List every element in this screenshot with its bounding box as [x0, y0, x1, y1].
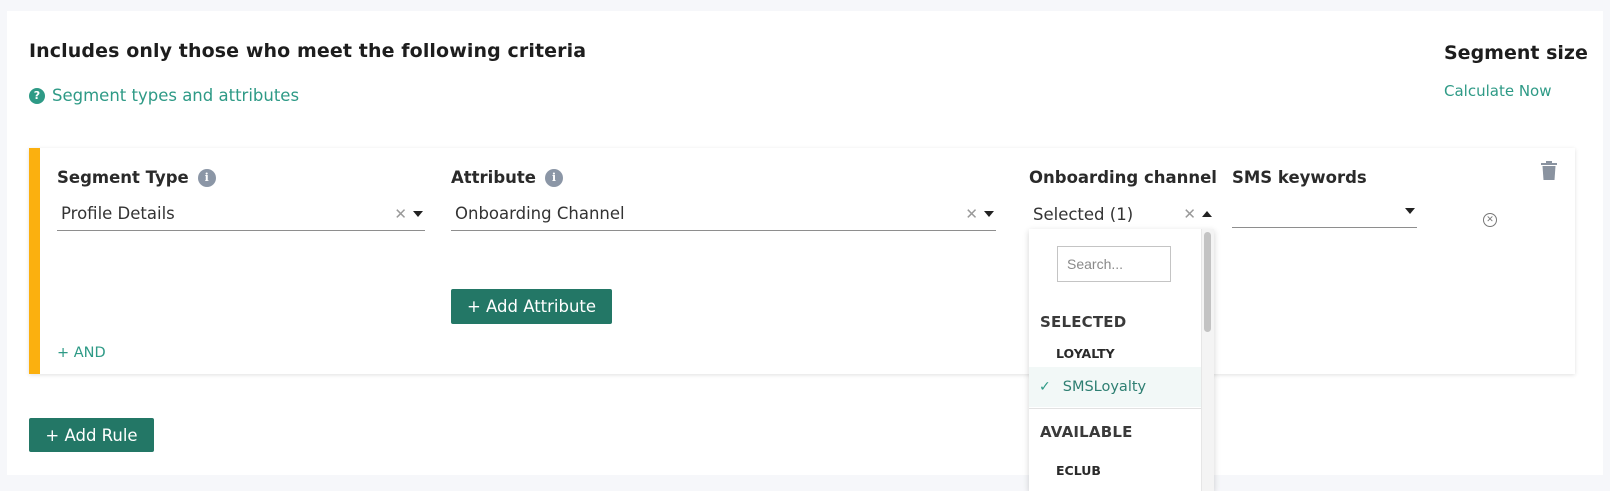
segment-type-label: Segment Type i: [57, 168, 216, 187]
help-link-label: Segment types and attributes: [52, 86, 300, 105]
segment-types-help-link[interactable]: ? Segment types and attributes: [29, 86, 299, 105]
sms-keywords-select[interactable]: [1232, 194, 1417, 228]
chevron-down-icon[interactable]: [984, 210, 994, 217]
selected-group-header: SELECTED: [1040, 313, 1127, 331]
attribute-select[interactable]: Onboarding Channel ✕: [451, 197, 996, 231]
chevron-down-icon[interactable]: [413, 210, 423, 217]
add-attribute-button[interactable]: + Add Attribute: [451, 289, 612, 324]
sms-keywords-label: SMS keywords: [1232, 168, 1367, 187]
info-icon[interactable]: i: [197, 168, 216, 187]
dropdown-divider: [1029, 408, 1201, 409]
available-option-group: ECLUB: [1056, 463, 1101, 478]
attribute-label: Attribute i: [451, 168, 563, 187]
selected-option-label: SMSLoyalty: [1062, 379, 1147, 395]
trash-icon[interactable]: [1541, 161, 1557, 184]
attribute-label-text: Attribute: [451, 168, 536, 187]
criteria-heading: Includes only those who meet the followi…: [29, 40, 587, 62]
calculate-now-link[interactable]: Calculate Now: [1444, 82, 1552, 100]
dropdown-scrollbar-thumb[interactable]: [1204, 232, 1211, 332]
and-link[interactable]: + AND: [57, 345, 106, 361]
segment-type-value: Profile Details: [61, 204, 175, 223]
segment-type-label-text: Segment Type: [57, 168, 189, 187]
remove-condition-icon[interactable]: ✕: [1483, 213, 1497, 227]
onboarding-channel-value: Selected (1): [1033, 204, 1134, 224]
segment-type-select[interactable]: Profile Details ✕: [57, 197, 425, 231]
clear-icon[interactable]: ✕: [965, 205, 978, 223]
dropdown-search-input[interactable]: Search...: [1057, 246, 1171, 282]
selected-option-item[interactable]: ✓ SMSLoyalty: [1029, 367, 1201, 407]
dropdown-scrollbar[interactable]: [1201, 229, 1214, 491]
onboarding-channel-label: Onboarding channel: [1029, 168, 1217, 187]
clear-icon[interactable]: ✕: [1183, 205, 1196, 223]
selected-option-group: LOYALTY: [1056, 346, 1115, 361]
checkmark-icon: ✓: [1039, 379, 1051, 395]
rule-accent-bar: [29, 148, 40, 374]
info-icon[interactable]: i: [544, 168, 563, 187]
sms-keywords-label-text: SMS keywords: [1232, 168, 1367, 187]
question-circle-icon: ?: [29, 87, 45, 104]
available-group-header: AVAILABLE: [1040, 423, 1133, 441]
clear-icon[interactable]: ✕: [394, 205, 407, 223]
chevron-down-icon[interactable]: [1405, 207, 1415, 214]
onboarding-channel-label-text: Onboarding channel: [1029, 168, 1217, 187]
segment-size-title: Segment size: [1444, 42, 1588, 64]
add-rule-button[interactable]: + Add Rule: [29, 418, 154, 452]
onboarding-channel-dropdown: Search... SELECTED LOYALTY ✓ SMSLoyalty …: [1029, 229, 1214, 491]
chevron-up-icon[interactable]: [1202, 211, 1212, 217]
onboarding-channel-select[interactable]: Selected (1) ✕: [1029, 197, 1214, 231]
attribute-value: Onboarding Channel: [455, 204, 625, 223]
